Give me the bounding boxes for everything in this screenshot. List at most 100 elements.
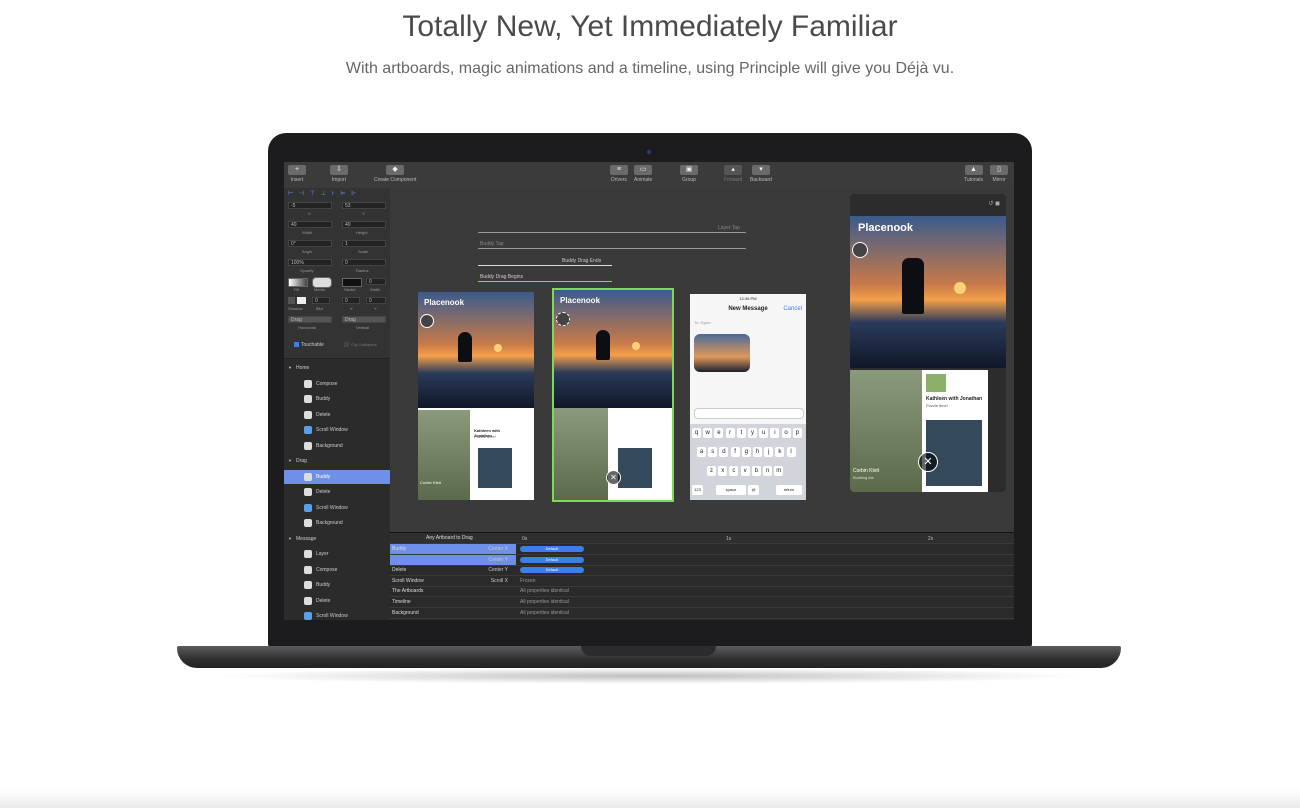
animation-curve-pill[interactable]: Default bbox=[520, 556, 584, 563]
keyboard-key[interactable]: k bbox=[775, 447, 785, 457]
keyboard-key[interactable]: g bbox=[741, 447, 751, 457]
layer-row[interactable]: Background bbox=[284, 439, 390, 453]
animation-curve-pill[interactable]: Default bbox=[520, 546, 584, 552]
mirror-button[interactable]: ▯ Mirror bbox=[990, 165, 1008, 183]
keyboard-key[interactable]: t bbox=[736, 428, 746, 438]
layer-row[interactable]: ▼ Message bbox=[284, 532, 390, 546]
stroke-swatch[interactable] bbox=[342, 278, 362, 287]
forward-button[interactable]: ▴ Forward bbox=[724, 165, 742, 183]
disclosure-triangle-icon[interactable]: ▼ bbox=[288, 361, 292, 375]
insert-button[interactable]: + Insert bbox=[288, 165, 306, 183]
keyboard-key[interactable]: y bbox=[748, 428, 757, 438]
timeline-row[interactable]: Buddy Center X Default bbox=[390, 544, 1014, 555]
keyboard-key[interactable]: q bbox=[692, 428, 701, 438]
keyboard-key[interactable]: v bbox=[740, 466, 750, 476]
message-input[interactable] bbox=[694, 408, 804, 419]
delete-icon[interactable]: ✕ bbox=[918, 452, 938, 472]
timeline-row[interactable]: Delete Center Y Default bbox=[390, 565, 1014, 577]
keyboard-key[interactable]: r bbox=[725, 428, 735, 438]
timeline-row[interactable]: Background All properties identical bbox=[390, 608, 1014, 619]
keyboard-key[interactable]: x bbox=[718, 466, 728, 476]
keyboard-key[interactable]: b bbox=[751, 466, 761, 476]
keyboard-key[interactable]: return bbox=[776, 485, 802, 495]
cancel-button[interactable]: Cancel bbox=[783, 306, 802, 312]
clip-checkbox[interactable] bbox=[344, 342, 349, 347]
fill-swatch[interactable] bbox=[288, 278, 308, 287]
delete-icon[interactable]: ✕ bbox=[606, 470, 621, 485]
horizontal-select[interactable]: Drag bbox=[288, 316, 332, 323]
layer-row[interactable]: Buddy bbox=[284, 578, 390, 592]
buddy-avatar[interactable] bbox=[420, 314, 434, 328]
x-field[interactable]: -5 bbox=[288, 202, 332, 209]
animate-button[interactable]: ▭ Animate bbox=[634, 165, 652, 183]
shadow-swatch[interactable] bbox=[297, 297, 306, 304]
keyboard-key[interactable]: h bbox=[753, 447, 762, 457]
keyboard-key[interactable]: c bbox=[729, 466, 739, 476]
scale-field[interactable]: 1 bbox=[342, 240, 386, 247]
keyboard-key[interactable]: m bbox=[774, 466, 784, 476]
timeline-row[interactable]: Timeline All properties identical bbox=[390, 597, 1014, 608]
keyboard-key[interactable]: 123 bbox=[692, 485, 703, 495]
layer-row[interactable]: ▼ Drag bbox=[284, 454, 390, 468]
touchable-checkbox[interactable] bbox=[294, 342, 299, 347]
blur-field[interactable]: 0 bbox=[312, 297, 330, 304]
backward-button[interactable]: ▾ Backward bbox=[750, 165, 772, 183]
layer-row[interactable]: Delete bbox=[284, 485, 390, 499]
record-icon[interactable]: ↺ ◼ bbox=[988, 200, 1000, 207]
keyboard-key[interactable]: w bbox=[703, 428, 713, 438]
vertical-select[interactable]: Drag bbox=[342, 316, 386, 323]
layer-row[interactable]: Delete bbox=[284, 408, 390, 422]
artboard-message[interactable]: 12:36 PM New Message Cancel To: Dylan qw… bbox=[690, 294, 806, 500]
stroke-width-field[interactable]: 0 bbox=[366, 278, 386, 285]
group-button[interactable]: ▣ Group bbox=[680, 165, 698, 183]
keyboard-key[interactable]: o bbox=[781, 428, 791, 438]
buddy-avatar[interactable] bbox=[852, 242, 868, 258]
keyboard-key[interactable]: n bbox=[763, 466, 772, 476]
keyboard-key[interactable]: i bbox=[770, 428, 780, 438]
layer-row[interactable]: Scroll Window bbox=[284, 501, 390, 515]
keyboard-key[interactable]: l bbox=[786, 447, 796, 457]
artboard-home[interactable]: Placenook Corbin Klett Kathleen with Jon… bbox=[418, 292, 534, 500]
layer-row[interactable]: Buddy bbox=[284, 469, 390, 484]
layer-row[interactable]: Compose bbox=[284, 377, 390, 391]
shadow-toggle[interactable] bbox=[288, 297, 295, 304]
angle-field[interactable]: 0° bbox=[288, 240, 332, 247]
keyboard-key[interactable]: s bbox=[708, 447, 718, 457]
animation-curve-pill[interactable]: Default bbox=[520, 567, 584, 574]
opacity-field[interactable]: 100% bbox=[288, 259, 332, 266]
create-component-button[interactable]: ◆ Create Component bbox=[374, 165, 416, 183]
buddy-avatar-selected[interactable] bbox=[556, 312, 570, 326]
keyboard-key[interactable]: f bbox=[730, 447, 740, 457]
keyboard-key[interactable]: a bbox=[697, 447, 706, 457]
keyboard-key[interactable]: u bbox=[759, 428, 769, 438]
keyboard-key[interactable]: d bbox=[719, 447, 729, 457]
layer-row[interactable]: ▼ Home bbox=[284, 361, 390, 375]
import-button[interactable]: ⇩ Import bbox=[330, 165, 348, 183]
y-field[interactable]: 53 bbox=[342, 202, 386, 209]
layer-row[interactable]: Delete bbox=[284, 594, 390, 608]
keyboard-key[interactable]: e bbox=[714, 428, 724, 438]
keyboard-key[interactable]: @ bbox=[748, 485, 759, 495]
disclosure-triangle-icon[interactable]: ▼ bbox=[288, 454, 292, 468]
timeline-row[interactable]: Center Y Default bbox=[390, 554, 1014, 566]
disclosure-triangle-icon[interactable]: ▼ bbox=[288, 532, 292, 546]
radius-field[interactable]: 0 bbox=[342, 259, 386, 266]
height-field[interactable]: 40 bbox=[342, 221, 386, 228]
keyboard-key[interactable]: space bbox=[716, 485, 746, 495]
shadow-y-field[interactable]: 0 bbox=[366, 297, 386, 304]
timeline-row[interactable]: The Artboards All properties identical bbox=[390, 586, 1014, 598]
timeline-row[interactable]: Scroll Window Scroll X Frozen bbox=[390, 576, 1014, 587]
align-tools[interactable]: ⊢ ⊣ ⊤ ⊥ ⊦ ⊨ ⊩ bbox=[288, 190, 386, 198]
layer-row[interactable]: Scroll Window bbox=[284, 423, 390, 437]
layer-row[interactable]: Compose bbox=[284, 563, 390, 577]
layer-row[interactable]: Scroll Window bbox=[284, 609, 390, 620]
layer-row[interactable]: Layer bbox=[284, 547, 390, 561]
keyboard-key[interactable]: z bbox=[707, 466, 716, 476]
artboard-drag[interactable]: Placenook ✕ bbox=[552, 288, 674, 502]
drivers-button[interactable]: ≡ Drivers bbox=[610, 165, 628, 183]
keyboard-key[interactable]: j bbox=[764, 447, 774, 457]
to-field[interactable]: To: Dylan bbox=[694, 320, 711, 325]
width-field[interactable]: 40 bbox=[288, 221, 332, 228]
shadow-x-field[interactable]: 0 bbox=[342, 297, 360, 304]
keyboard-key[interactable]: p bbox=[792, 428, 802, 438]
